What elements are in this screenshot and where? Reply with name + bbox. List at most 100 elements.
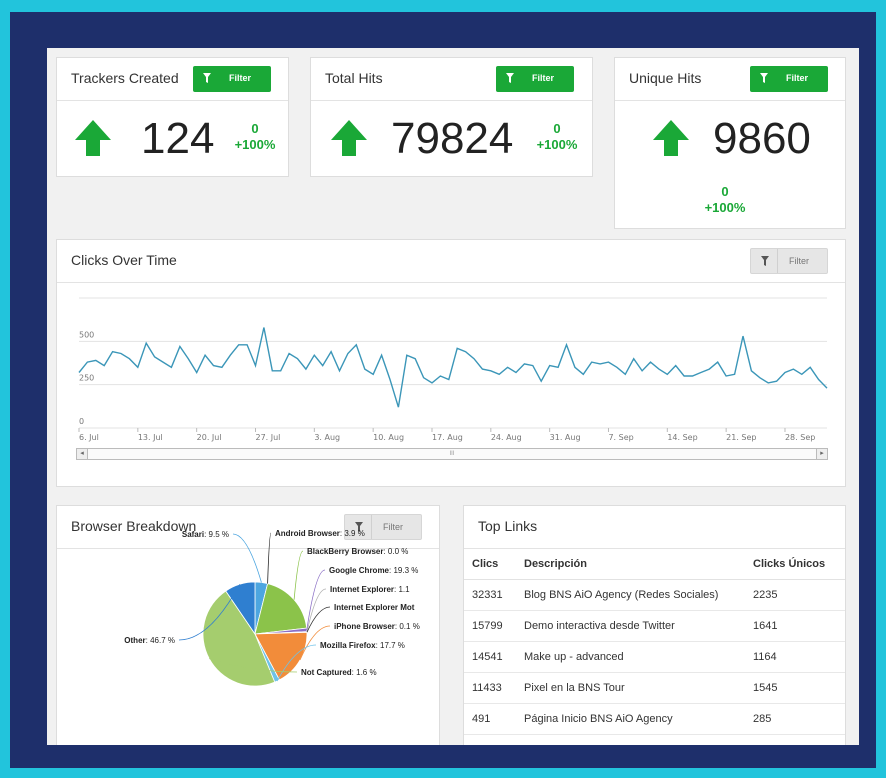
delta-absolute: 0 [251, 121, 259, 136]
clicks-cell: 491 [464, 703, 516, 735]
frame-bottom [0, 768, 886, 778]
browser-pie-chart: Safari: 9.5 % Android Browser: 3.9 % Black… [124, 529, 420, 687]
scroll-left-button[interactable]: ◂ [77, 449, 88, 459]
column-header[interactable]: Descripción [516, 549, 745, 580]
table-header-row: Clics Descripción Clicks Únicos [464, 549, 845, 580]
stat-trackers-created: Trackers Created Filter 124 0 +100% [56, 57, 289, 177]
filter-icon [760, 73, 768, 83]
pie-label: Google Chrome: 19.3 % [329, 566, 418, 575]
x-tick-label: 6. Jul [79, 433, 99, 442]
scroll-right-button[interactable]: ▸ [816, 449, 827, 459]
frame-left [0, 0, 10, 778]
x-tick-label: 21. Sep [726, 433, 756, 442]
up-arrow-icon [653, 120, 689, 156]
column-header[interactable]: Clics [464, 549, 516, 580]
frame-top [0, 0, 886, 12]
x-tick-label: 7. Sep [608, 433, 633, 442]
panel-title: Top Links [478, 518, 538, 534]
y-tick-label: 250 [79, 374, 94, 383]
y-tick-label: 500 [79, 330, 94, 339]
delta-absolute: 0 [721, 184, 729, 199]
pie-label: Other: 46.7 % [124, 636, 175, 645]
dashboard: Trackers Created Filter 124 0 +100% Tota… [47, 48, 859, 745]
description-cell[interactable]: Blog BNS AiO Agency (Redes Sociales) [516, 579, 745, 611]
unique-clicks-cell: 2235 [745, 579, 845, 611]
column-header[interactable]: Clicks Únicos [745, 549, 845, 580]
filter-button[interactable]: Filter [750, 66, 828, 92]
x-tick-label: 3. Aug [314, 433, 340, 442]
top-links-panel: Top Links Clics Descripción Clicks Único… [463, 505, 846, 745]
clicks-cell: 11433 [464, 672, 516, 704]
y-tick-label: 0 [79, 417, 84, 426]
x-tick-label: 14. Sep [667, 433, 697, 442]
frame-right [876, 0, 886, 778]
pie-label: Not Captured: 1.6 % [301, 668, 377, 677]
pie-leader-line [267, 532, 272, 584]
clicks-series-line [78, 327, 828, 408]
table-row[interactable]: 14541 Make up - advanced 1164 [464, 641, 845, 673]
pie-label: Android Browser: 3.9 % [275, 529, 365, 538]
chart-scrollbar[interactable]: ◂ III ▸ [76, 448, 828, 460]
filter-label: Filter [532, 73, 555, 83]
stat-value: 124 [141, 114, 215, 163]
pie-label: BlackBerry Browser: 0.0 % [307, 547, 408, 556]
stat-delta: 0 +100% [695, 184, 755, 216]
table-row[interactable]: 32331 Blog BNS AiO Agency (Redes Sociale… [464, 579, 845, 611]
up-arrow-icon [75, 120, 111, 156]
pie-label: Mozilla Firefox: 17.7 % [320, 641, 405, 650]
unique-clicks-cell: 1641 [745, 610, 845, 642]
pie-leader-line [293, 550, 304, 600]
delta-percent: +100% [234, 137, 276, 152]
up-arrow-icon [331, 120, 367, 156]
panel-title: Unique Hits [629, 70, 702, 86]
delta-percent: +100% [536, 137, 578, 152]
stat-delta: 0 +100% [535, 121, 579, 153]
stat-delta: 0 +100% [233, 121, 277, 153]
description-cell[interactable]: Página Inicio BNS AiO Agency [516, 703, 745, 735]
description-cell[interactable]: Make up - advanced [516, 641, 745, 673]
table-row[interactable]: 15799 Demo interactiva desde Twitter 164… [464, 610, 845, 642]
description-cell[interactable]: Demo interactiva desde Twitter [516, 610, 745, 642]
unique-clicks-cell: 1164 [745, 641, 845, 673]
table-row[interactable]: 11433 Pixel en la BNS Tour 1545 [464, 672, 845, 704]
pie-label: Safari: 9.5 % [182, 530, 229, 539]
delta-percent: +100% [704, 200, 746, 215]
filter-button[interactable]: Filter [496, 66, 574, 92]
stat-value: 79824 [391, 114, 514, 163]
x-tick-label: 17. Aug [432, 433, 463, 442]
panel-header: Total Hits Filter [311, 58, 592, 101]
stat-value: 9860 [713, 114, 811, 163]
pie-label: Internet Explorer: 1.1 [330, 585, 410, 594]
panel-header: Trackers Created Filter [57, 58, 288, 101]
description-cell[interactable]: Pixel en la BNS Tour [516, 672, 745, 704]
pie-leader-line [306, 606, 331, 633]
clicks-over-time-panel: Clicks Over Time Filter 0 250 500 6. Jul 13.… [56, 239, 846, 487]
x-tick-label: 27. Jul [255, 433, 280, 442]
x-tick-label: 31. Aug [550, 433, 581, 442]
filter-label: Filter [786, 73, 809, 83]
unique-clicks-cell: 285 [745, 703, 845, 735]
pie-leader-line [232, 533, 262, 583]
stat-total-hits: Total Hits Filter 79824 0 +100% [310, 57, 593, 177]
panel-title: Total Hits [325, 70, 383, 86]
scroll-thumb[interactable]: III [88, 449, 816, 459]
filter-label: Filter [229, 73, 252, 83]
x-tick-label: 24. Aug [491, 433, 522, 442]
top-links-table: Clics Descripción Clicks Únicos 32331 Bl… [464, 549, 845, 735]
table-row[interactable]: 491 Página Inicio BNS AiO Agency 285 [464, 703, 845, 735]
filter-icon [506, 73, 514, 83]
clicks-cell: 14541 [464, 641, 516, 673]
stat-unique-hits: Unique Hits Filter 9860 0 +100% [614, 57, 846, 229]
filter-button[interactable]: Filter [193, 66, 271, 92]
clicks-cell: 32331 [464, 579, 516, 611]
x-tick-label: 13. Jul [138, 433, 163, 442]
x-tick-label: 28. Sep [785, 433, 815, 442]
x-tick-label: 10. Aug [373, 433, 404, 442]
panel-header: Unique Hits Filter [615, 58, 845, 101]
pie-label: Internet Explorer Mot [334, 603, 415, 612]
clicks-cell: 15799 [464, 610, 516, 642]
delta-absolute: 0 [553, 121, 561, 136]
panel-header: Top Links [464, 506, 845, 549]
pie-label: iPhone Browser: 0.1 % [334, 622, 420, 631]
panel-title: Trackers Created [71, 70, 179, 86]
